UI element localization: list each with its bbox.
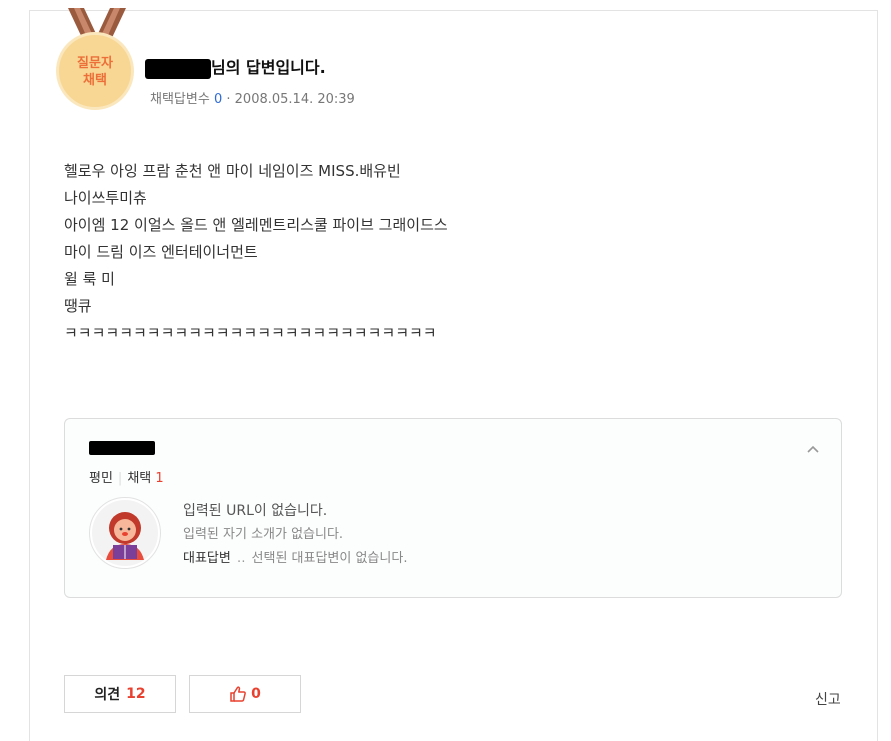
like-count: 0 [251, 686, 261, 702]
chevron-up-icon[interactable] [807, 441, 819, 457]
answer-line: 윌 룩 미 [64, 270, 115, 288]
answerer-profile-card: 평민 | 채택 1 입력된 URL이 없습니다. 입력된 자기 소개가 없습니다. … [64, 418, 842, 598]
avatar[interactable] [89, 497, 161, 569]
medal-label-line2: 채택 [83, 73, 107, 88]
adopt-count: 1 [155, 471, 164, 486]
profile-details: 입력된 URL이 없습니다. 입력된 자기 소개가 없습니다. 대표답변 ‥ 선택된… [183, 499, 407, 571]
like-button[interactable]: 0 [189, 675, 301, 713]
answer-timestamp: 2008.05.14. 20:39 [234, 92, 355, 107]
opinion-count: 12 [126, 686, 146, 702]
profile-url: 입력된 URL이 없습니다. [183, 503, 328, 519]
representative-answer: 대표답변 ‥ 선택된 대표답변이 없습니다. [183, 547, 407, 571]
redacted-author-name [145, 58, 211, 79]
grade-label[interactable]: 평민 [89, 471, 113, 486]
answer-line: ㅋㅋㅋㅋㅋㅋㅋㅋㅋㅋㅋㅋㅋㅋㅋㅋㅋㅋㅋㅋㅋㅋㅋㅋㅋㅋㅋ [64, 324, 437, 342]
answer-body: 헬로우 아잉 프람 춘천 앤 마이 네임이즈 MISS.배유빈 나이쓰투미츄 아… [64, 158, 448, 347]
adopted-count-label: 채택답변수 [150, 92, 210, 107]
medal-label-line1: 질문자 [77, 56, 113, 71]
questioner-choice-medal: 질문자 채택 [54, 8, 140, 112]
rep-answer-value: 선택된 대표답변이 없습니다. [251, 551, 408, 566]
rep-answer-label: 대표답변 [183, 551, 231, 566]
answer-panel [29, 10, 878, 741]
author-suffix: 님의 답변입니다. [211, 58, 326, 77]
redacted-profile-name [89, 440, 155, 455]
answer-line: 마이 드림 이즈 엔터테이너먼트 [64, 243, 258, 261]
medal-badge: 질문자 채택 [56, 32, 134, 110]
adopt-label: 채택 [127, 471, 152, 486]
meta-separator: · [226, 92, 231, 107]
profile-grade: 평민 | 채택 1 [89, 471, 164, 486]
adopted-count: 0 [213, 92, 223, 107]
opinion-label: 의견 [94, 687, 121, 703]
avatar-character-icon [92, 500, 158, 566]
answer-line: 땡큐 [64, 297, 92, 315]
answer-author-heading: 님의 답변입니다. [145, 54, 326, 79]
answer-meta: 채택답변수 0 · 2008.05.14. 20:39 [150, 88, 355, 107]
opinion-button[interactable]: 의견 12 [64, 675, 176, 713]
rep-dots: ‥ [236, 551, 246, 566]
answer-line: 나이쓰투미츄 [64, 189, 147, 207]
report-link[interactable]: 신고 [815, 689, 841, 709]
answer-line: 아이엠 12 이얼스 올드 앤 엘레멘트리스쿨 파이브 그래이드스 [64, 216, 448, 234]
thumbs-up-icon [230, 686, 246, 702]
answer-line: 헬로우 아잉 프람 춘천 앤 마이 네임이즈 MISS.배유빈 [64, 162, 401, 180]
profile-name[interactable] [89, 437, 155, 456]
profile-intro: 입력된 자기 소개가 없습니다. [183, 527, 344, 542]
